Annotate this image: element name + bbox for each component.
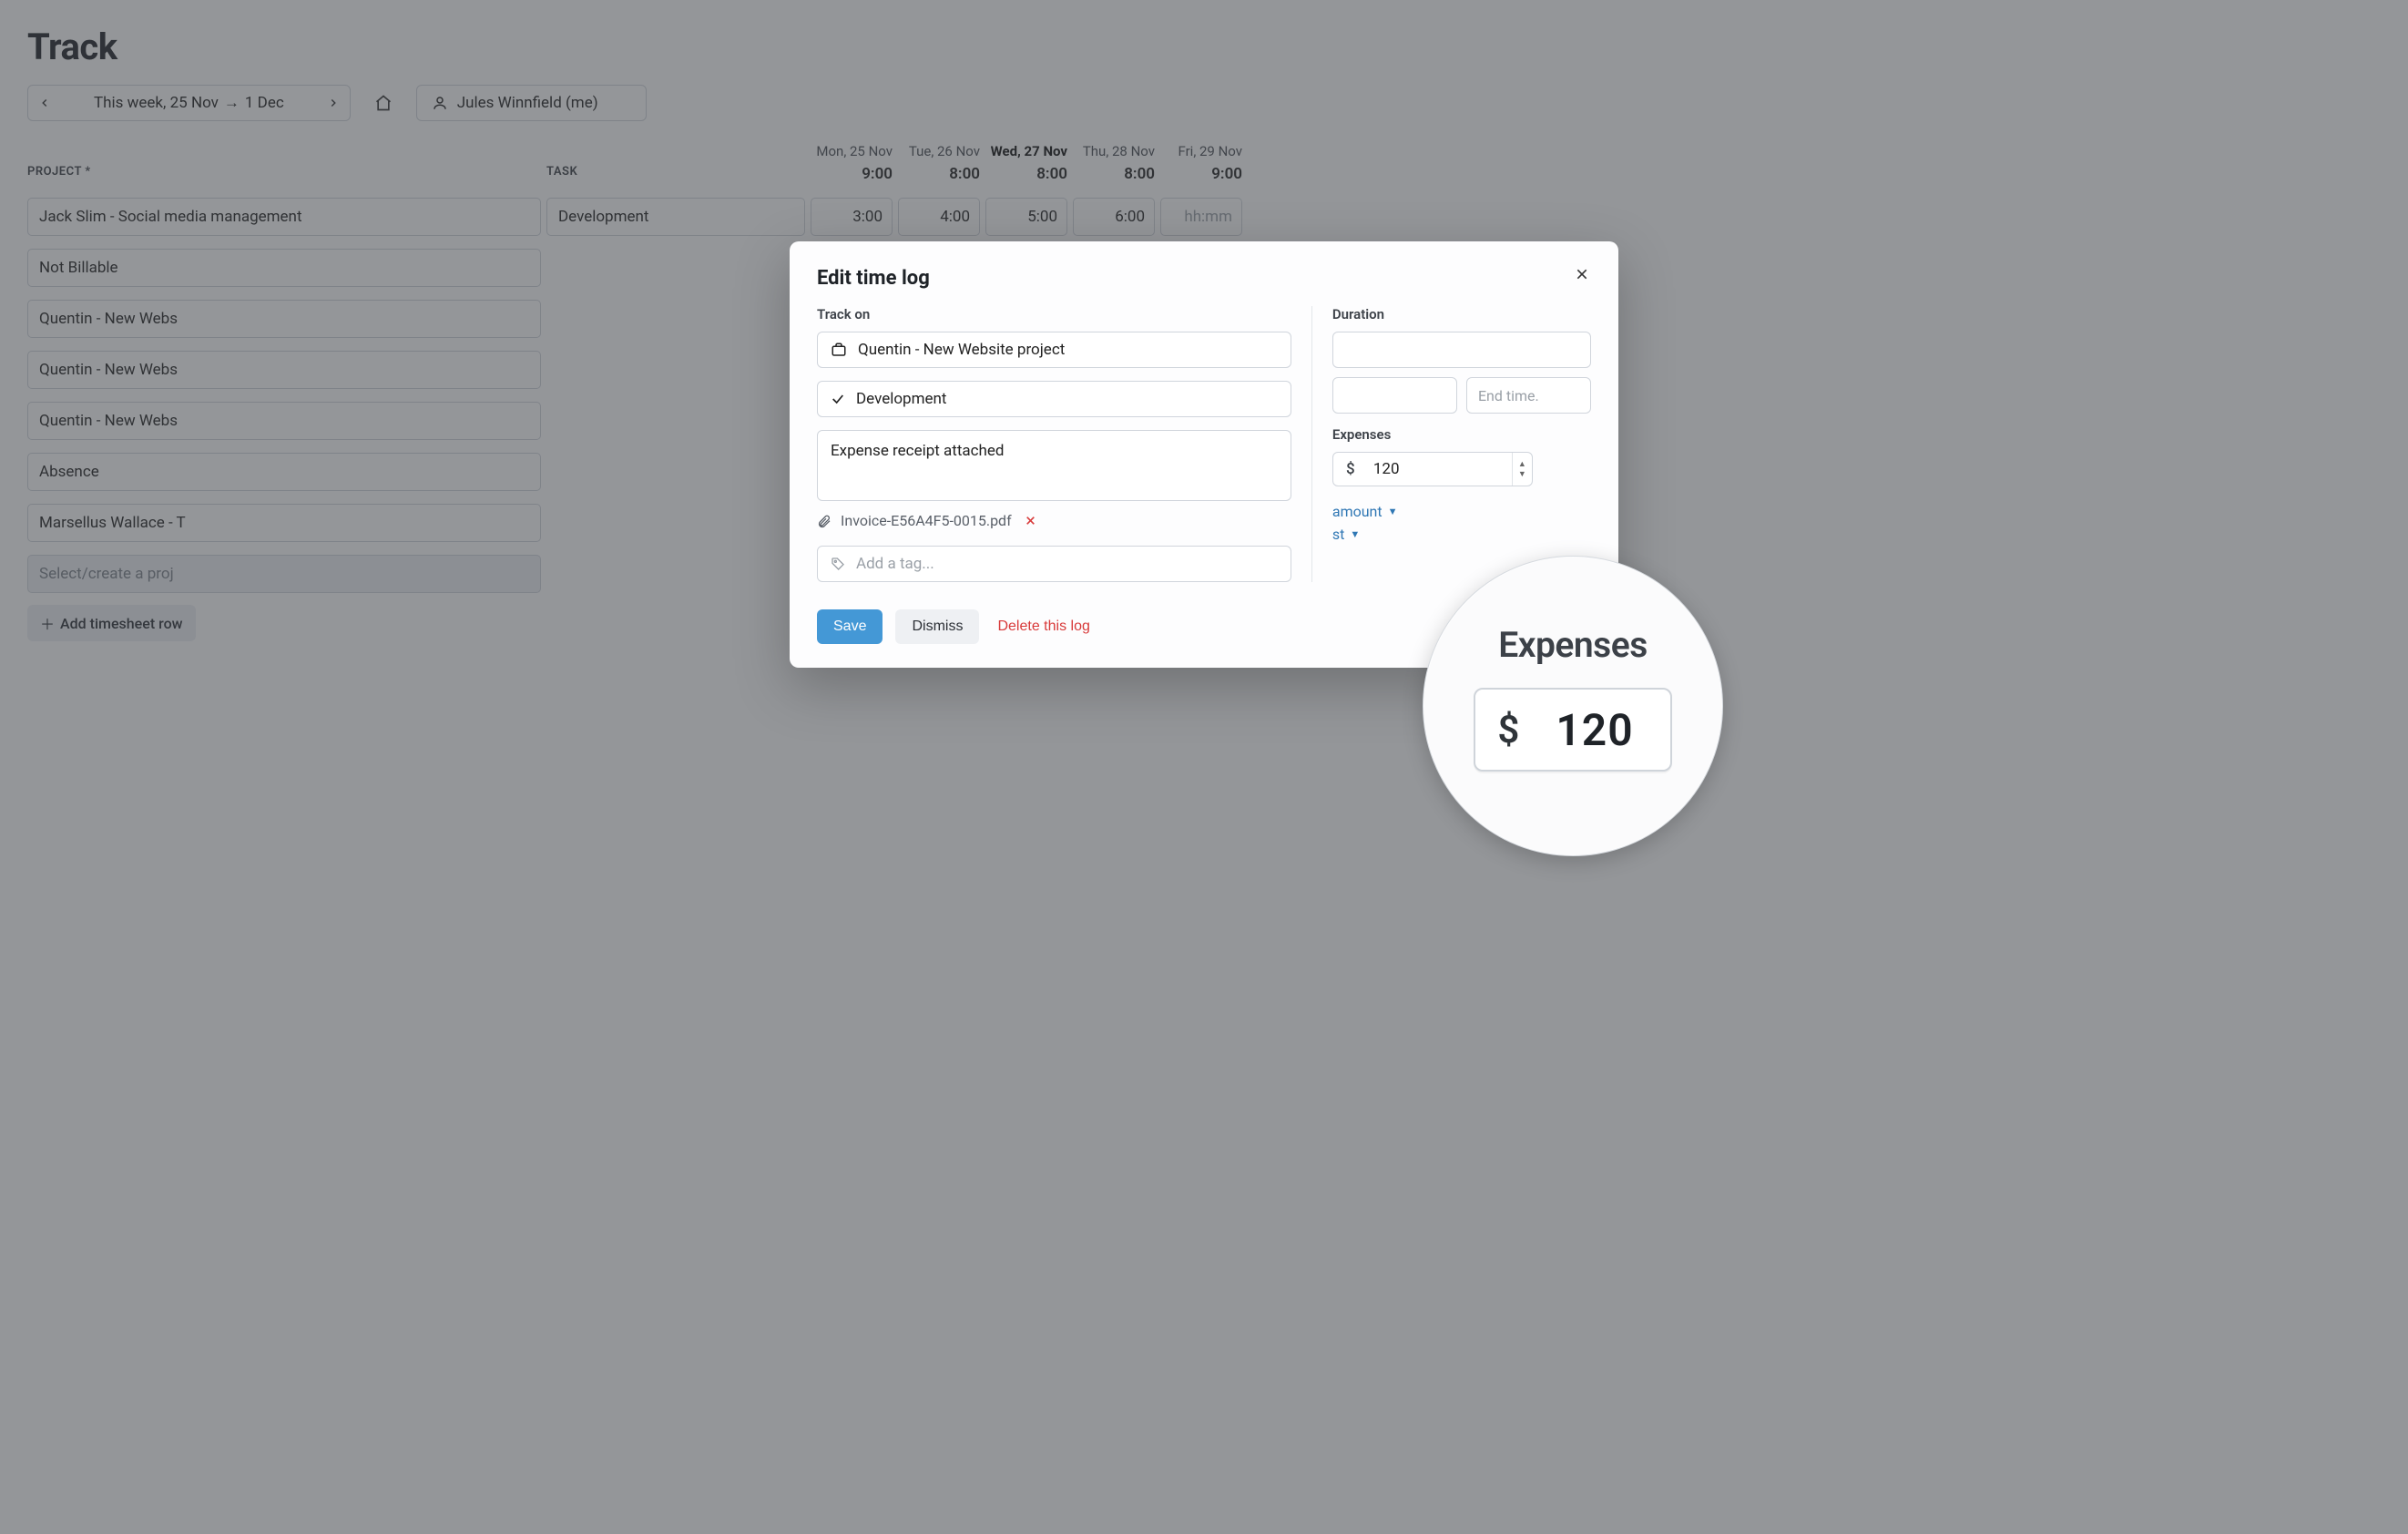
tag-input[interactable]: Add a tag... xyxy=(817,546,1291,582)
tag-placeholder: Add a tag... xyxy=(856,555,934,573)
end-time-input[interactable]: End time. xyxy=(1466,377,1591,414)
start-time-input[interactable] xyxy=(1332,377,1457,414)
modal-left-column: Track on Quentin - New Website project D… xyxy=(817,306,1311,582)
task-select[interactable]: Development xyxy=(817,381,1291,417)
track-on-label: Track on xyxy=(817,306,1291,322)
attachment-row: Invoice-E56A4F5-0015.pdf xyxy=(817,512,1291,529)
currency-symbol: $ xyxy=(1333,460,1368,478)
caret-down-icon: ▼ xyxy=(1350,528,1360,540)
delete-log-button[interactable]: Delete this log xyxy=(992,609,1095,644)
expense-amount-input[interactable]: $ 120 ▲▼ xyxy=(1332,452,1533,486)
paperclip-icon xyxy=(817,514,832,528)
modal-overlay[interactable]: Edit time log Track on Quentin - New Web… xyxy=(0,0,2408,1534)
expenses-label: Expenses xyxy=(1332,426,1591,443)
magnifier-value: 120 xyxy=(1556,704,1633,756)
note-input[interactable]: Expense receipt attached xyxy=(817,430,1291,501)
modal-title: Edit time log xyxy=(817,267,1591,290)
magnifier: Expenses $ 120 xyxy=(1423,556,1723,856)
edit-time-log-modal: Edit time log Track on Quentin - New Web… xyxy=(790,241,1618,668)
modal-right-column: Duration End time. Expenses $ 120 ▲▼ amo… xyxy=(1311,306,1591,582)
remove-attachment-button[interactable] xyxy=(1025,515,1036,527)
magnifier-currency: $ xyxy=(1497,708,1519,752)
tag-icon xyxy=(831,557,845,571)
amount-link-text: amount xyxy=(1332,503,1383,520)
duration-label: Duration xyxy=(1332,306,1591,322)
check-icon xyxy=(831,392,845,406)
amount-link[interactable]: amount ▼ xyxy=(1332,503,1591,520)
project-value: Quentin - New Website project xyxy=(858,341,1065,359)
magnifier-label: Expenses xyxy=(1498,624,1648,666)
cost-link-text: st xyxy=(1332,526,1345,543)
save-button[interactable]: Save xyxy=(817,609,883,644)
magnifier-field: $ 120 xyxy=(1474,688,1671,772)
project-select[interactable]: Quentin - New Website project xyxy=(817,332,1291,368)
note-value: Expense receipt attached xyxy=(831,442,1005,460)
duration-input[interactable] xyxy=(1332,332,1591,368)
attachment-name[interactable]: Invoice-E56A4F5-0015.pdf xyxy=(841,512,1012,529)
stepper-knobs[interactable]: ▲▼ xyxy=(1512,453,1532,486)
close-button[interactable] xyxy=(1569,261,1595,287)
dismiss-button[interactable]: Dismiss xyxy=(895,609,979,644)
briefcase-icon xyxy=(831,342,847,358)
expense-value: 120 xyxy=(1368,460,1512,478)
cost-link[interactable]: st ▼ xyxy=(1332,526,1591,543)
caret-down-icon: ▼ xyxy=(1388,506,1398,517)
task-value: Development xyxy=(856,390,946,408)
